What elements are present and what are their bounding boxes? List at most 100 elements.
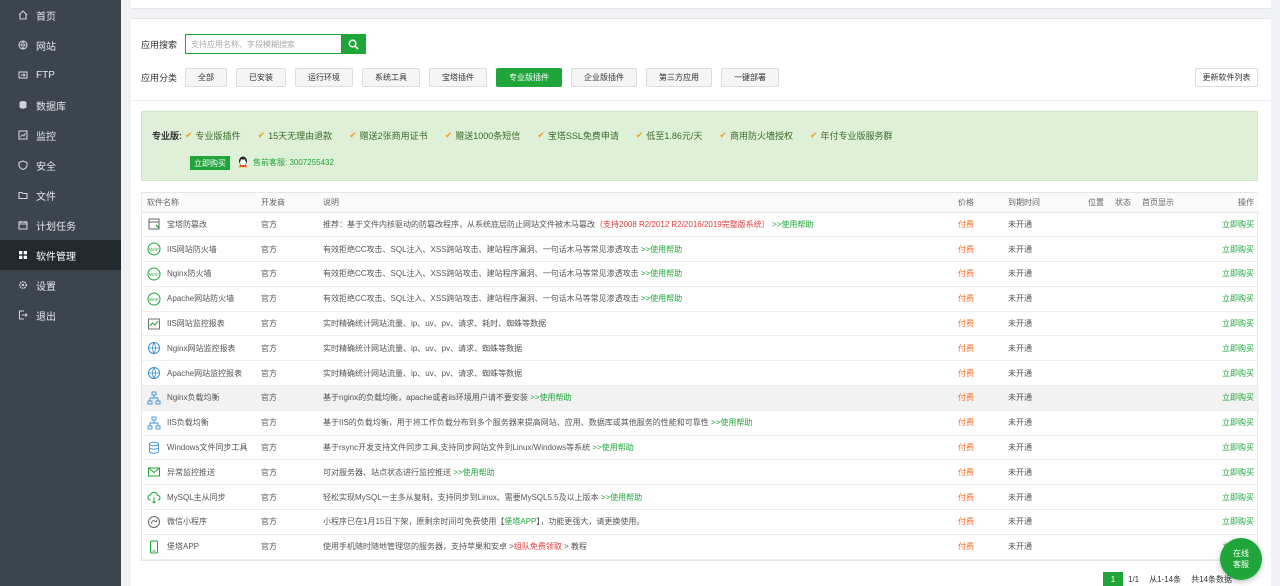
sidebar-item-6[interactable]: 文件 xyxy=(0,180,121,210)
help-link[interactable]: >>使用帮助 xyxy=(592,443,633,452)
cell-expire: 未开通 xyxy=(1003,286,1083,312)
category-tab-7[interactable]: 第三方应用 xyxy=(646,67,713,87)
buy-now-button[interactable]: 立即购买 xyxy=(190,156,230,170)
cell-dev: 官方 xyxy=(256,335,318,362)
table-row: MySQL主从同步 官方 轻松实现MySQL一主多从复制，支持同步到Linux、需要… xyxy=(142,484,1259,511)
cell-expire: 未开通 xyxy=(1003,236,1083,263)
sidebar-item-4[interactable]: 监控 xyxy=(0,120,121,150)
category-tab-5[interactable]: 专业版插件 xyxy=(496,67,563,87)
sidebar-item-1[interactable]: 网站 xyxy=(0,30,121,60)
firewall-icon: WAF xyxy=(147,292,161,306)
page-current[interactable]: 1 xyxy=(1103,572,1123,586)
buy-now-link[interactable]: 立即购买 xyxy=(1187,212,1259,238)
cell-name: 堡塔APP xyxy=(142,534,256,560)
software-name: MySQL主从同步 xyxy=(167,492,226,502)
help-link[interactable]: >>使用帮助 xyxy=(530,393,571,402)
cell-position xyxy=(1083,509,1110,535)
software-name: 微信小程序 xyxy=(167,517,207,527)
cell-position xyxy=(1083,261,1110,287)
buy-now-link[interactable]: 立即购买 xyxy=(1187,459,1259,486)
cell-name: WAF Apache网站防火墙 xyxy=(142,286,256,312)
cell-name: 微信小程序 xyxy=(142,509,256,535)
sidebar-item-10[interactable]: 退出 xyxy=(0,300,121,330)
category-tab-8[interactable]: 一键部署 xyxy=(721,67,780,87)
buy-now-link[interactable]: 立即购买 xyxy=(1187,435,1259,461)
cell-position xyxy=(1083,360,1110,387)
qq-icon xyxy=(238,156,248,168)
presale-qq-link[interactable]: 售前客服: 3007255432 xyxy=(236,156,334,168)
buy-now-link[interactable]: 立即购买 xyxy=(1187,311,1259,337)
buy-now-link[interactable]: 立即购买 xyxy=(1187,236,1259,263)
cell-home xyxy=(1137,311,1187,337)
search-button[interactable] xyxy=(341,34,367,54)
buy-now-link[interactable]: 立即购买 xyxy=(1187,286,1259,312)
desc-highlight[interactable]: 组队免费领取 xyxy=(514,542,562,551)
presale-qq-text: 售前客服: 3007255432 xyxy=(253,157,334,167)
sidebar-item-label: 软件管理 xyxy=(36,251,76,263)
buy-now-link[interactable]: 立即购买 xyxy=(1187,509,1259,535)
help-link[interactable]: >>使用帮助 xyxy=(601,493,642,502)
category-tab-2[interactable]: 运行环境 xyxy=(295,67,354,87)
cell-price: 付费 xyxy=(953,484,1003,511)
svg-text:WAF: WAF xyxy=(149,272,159,277)
buy-now-link[interactable]: 立即购买 xyxy=(1187,360,1259,387)
cell-home xyxy=(1137,484,1187,511)
table-row: IIS网站监控报表 官方 实时精确统计网站流量、ip、uv、pv、请求、耗时、蜘蛛等… xyxy=(142,311,1259,337)
check-icon: ✔ xyxy=(257,130,266,140)
search-icon xyxy=(348,39,359,50)
help-link[interactable]: >>使用帮助 xyxy=(453,468,494,477)
buy-now-link[interactable]: 立即购买 xyxy=(1187,484,1259,511)
category-tab-0[interactable]: 全部 xyxy=(185,67,228,87)
category-tab-6[interactable]: 企业版插件 xyxy=(571,67,638,87)
help-link[interactable]: >>使用帮助 xyxy=(641,245,682,254)
pagination: 1 1/1 从1-14条 共14条数据 xyxy=(1103,572,1237,586)
col-expire: 到期时间 xyxy=(1003,193,1083,213)
sidebar-item-7[interactable]: 计划任务 xyxy=(0,210,121,240)
sidebar-item-0[interactable]: 首页 xyxy=(0,0,121,30)
cell-name: WAF IIS网站防火墙 xyxy=(142,236,256,263)
cell-price: 付费 xyxy=(953,459,1003,486)
sidebar-item-5[interactable]: 安全 xyxy=(0,150,121,180)
buy-now-link[interactable]: 立即购买 xyxy=(1187,385,1259,411)
divider xyxy=(131,100,1271,101)
cell-status xyxy=(1110,459,1137,486)
desc-text: 轻松实现MySQL一主多从复制，支持同步到Linux、需要MySQL5.5及以上… xyxy=(323,492,599,502)
check-icon: ✔ xyxy=(185,130,193,140)
help-link[interactable]: >>使用帮助 xyxy=(641,294,682,303)
col-desc: 说明 xyxy=(318,193,953,213)
globe-icon xyxy=(18,40,28,50)
buy-now-link[interactable]: 立即购买 xyxy=(1187,410,1259,436)
sidebar-item-2[interactable]: FTP xyxy=(0,60,121,90)
sidebar-item-label: 设置 xyxy=(36,281,56,293)
help-link[interactable]: >>使用帮助 xyxy=(711,418,752,427)
cell-status xyxy=(1110,360,1137,387)
cell-position xyxy=(1083,385,1110,411)
desc-text: 有效拒绝CC攻击、SQL注入、XSS跨站攻击、建站程序漏洞、一句话木马等常见渗透… xyxy=(323,294,639,304)
cell-dev: 官方 xyxy=(256,385,318,411)
promo-feature-text: 年付专业版服务群 xyxy=(820,131,893,141)
sidebar-item-label: 首页 xyxy=(36,11,56,23)
cell-status xyxy=(1110,410,1137,436)
help-link[interactable]: >>使用帮助 xyxy=(641,269,682,278)
buy-now-link[interactable]: 立即购买 xyxy=(1187,261,1259,287)
sidebar-item-3[interactable]: 数据库 xyxy=(0,90,121,120)
software-name: 宝塔防篡改 xyxy=(167,219,207,229)
cell-price: 付费 xyxy=(953,360,1003,387)
cell-desc: 小程序已在1月15日下架，原剩余时间可免费使用【堡塔APP】，功能更强大，请更换… xyxy=(318,509,953,535)
table-row: 异常监控推送 官方 可对服务器、站点状态进行监控推送 >>使用帮助 付费 未开通 立即购买 xyxy=(142,459,1259,486)
category-tab-3[interactable]: 系统工具 xyxy=(362,67,421,87)
desc-app-link[interactable]: 堡塔APP xyxy=(504,517,536,526)
promo-title: 专业版: xyxy=(152,131,182,141)
buy-now-link[interactable]: 立即购买 xyxy=(1187,335,1259,362)
sidebar-item-8[interactable]: 软件管理 xyxy=(0,240,121,270)
sidebar-item-9[interactable]: 设置 xyxy=(0,270,121,300)
category-tab-4[interactable]: 宝塔插件 xyxy=(429,67,488,87)
promo-features: 专业版: ✔ 专业版插件 ✔ 15天无理由退款 ✔ 赠送2张商用证书 ✔ 赠送1000条短信 ✔… xyxy=(152,129,910,142)
search-input[interactable] xyxy=(185,34,342,54)
help-link[interactable]: >>使用帮助 xyxy=(772,220,813,229)
update-software-list-button[interactable]: 更新软件列表 xyxy=(1195,68,1258,87)
cell-status xyxy=(1110,311,1137,337)
cell-home xyxy=(1137,261,1187,287)
category-tab-1[interactable]: 已安装 xyxy=(236,67,287,87)
online-support-button[interactable]: 在线 客服 xyxy=(1220,538,1262,580)
